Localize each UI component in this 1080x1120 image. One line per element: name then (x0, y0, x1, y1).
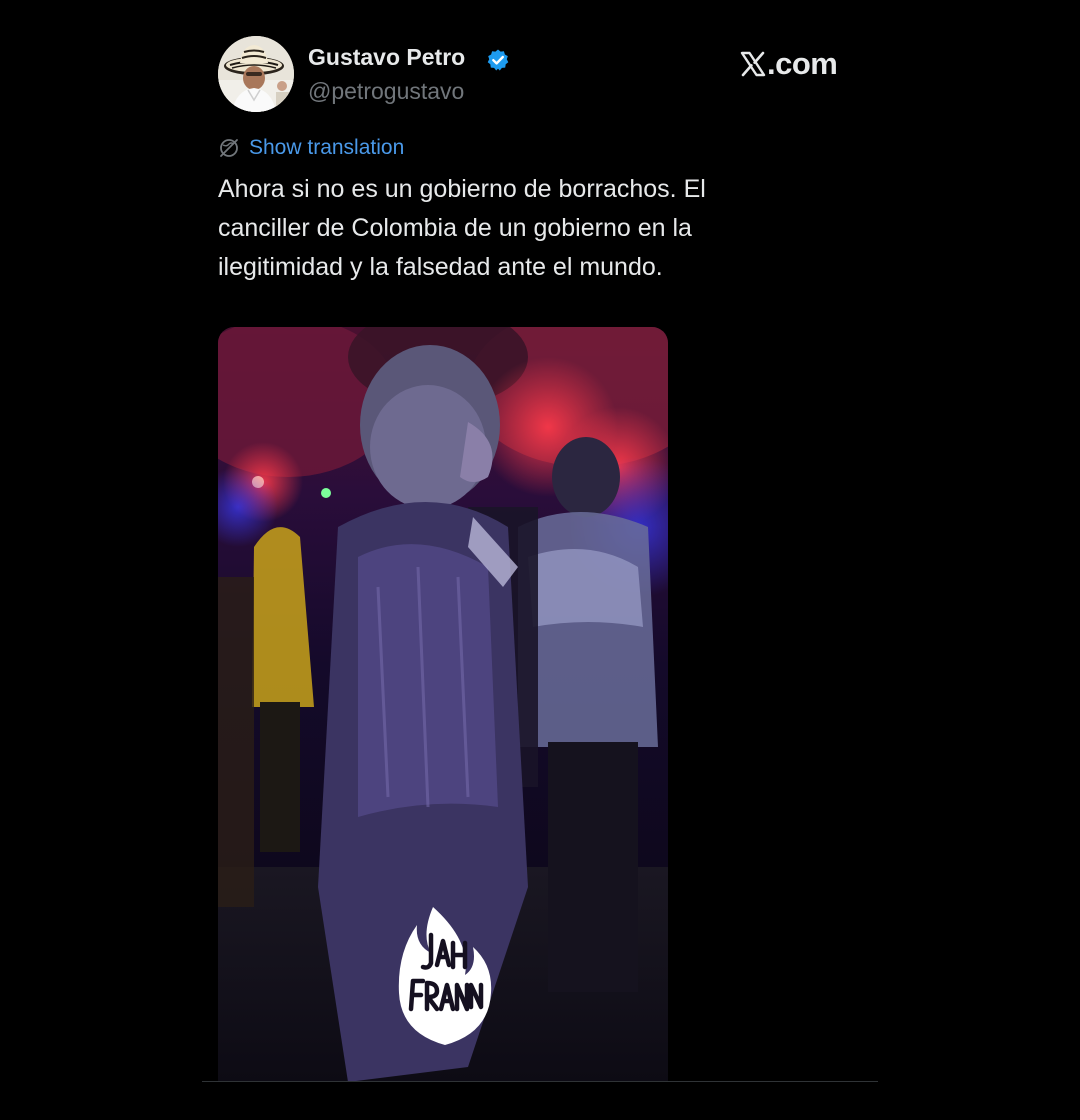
tweet-text-line: ilegitimidad y la falsedad ante el mundo… (218, 253, 663, 281)
tweet-text-line: canciller de Colombia de un gobierno en … (218, 214, 692, 242)
verified-badge-icon (486, 48, 510, 72)
avatar[interactable] (218, 36, 294, 112)
globe-slash-icon (218, 137, 240, 159)
flame-watermark-logo (395, 905, 495, 1047)
tweet-card: Gustavo Petro @petrogustavo .com Show tr… (0, 0, 1080, 1120)
tweet-text: Ahora si no es un gobierno de borrachos.… (218, 170, 818, 287)
tweet-divider (202, 1081, 878, 1082)
tweet-text-line: Ahora si no es un gobierno de borrachos.… (218, 175, 706, 203)
author-handle[interactable]: @petrogustavo (308, 78, 464, 105)
site-domain-text: .com (767, 46, 838, 81)
x-logo-icon (740, 49, 766, 77)
site-watermark: .com (740, 46, 838, 82)
author-display-name[interactable]: Gustavo Petro (308, 44, 465, 71)
translation-row: Show translation (218, 135, 404, 161)
show-translation-link[interactable]: Show translation (249, 136, 404, 160)
